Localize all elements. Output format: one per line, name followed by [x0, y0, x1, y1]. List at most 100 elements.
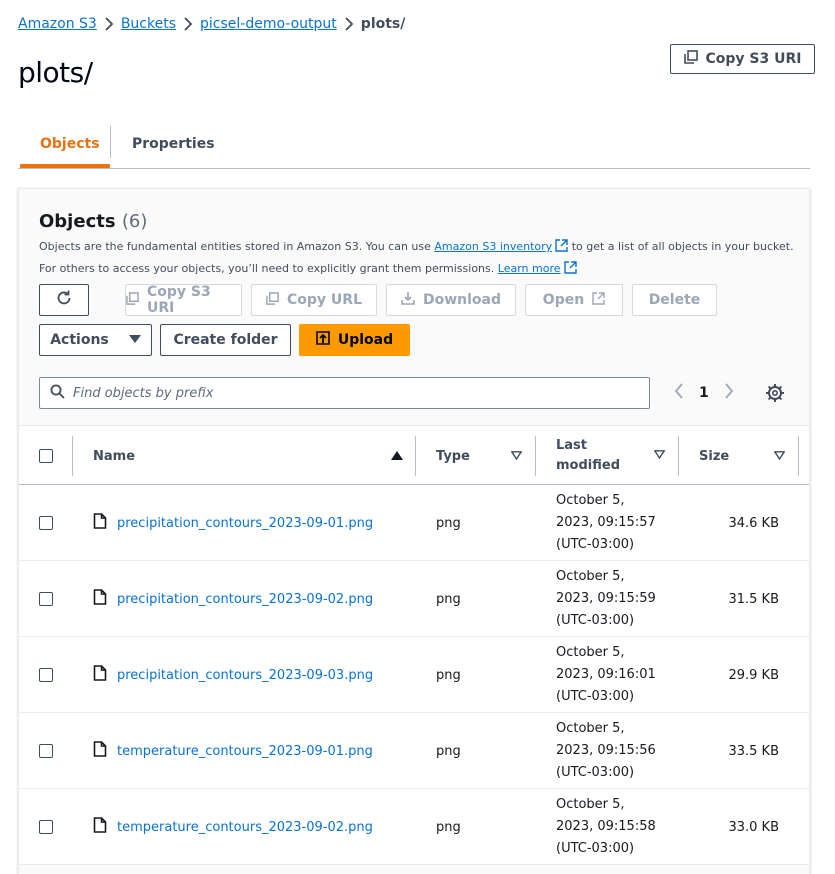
create-folder-button[interactable]: Create folder — [160, 324, 291, 356]
select-all-checkbox[interactable] — [39, 449, 53, 463]
sort-icon[interactable] — [773, 449, 786, 464]
column-size[interactable]: Size — [699, 426, 786, 486]
column-type[interactable]: Type — [436, 426, 523, 486]
column-divider[interactable] — [678, 436, 679, 476]
copy-url-button[interactable]: Copy URL — [251, 284, 377, 316]
actions-dropdown[interactable]: Actions — [39, 324, 152, 356]
page-number[interactable]: 1 — [699, 385, 709, 401]
type-cell: png — [436, 515, 461, 531]
row-select-cell — [39, 789, 53, 865]
file-name-link[interactable]: precipitation_contours_2023-09-02.png — [117, 592, 373, 607]
row-select-cell — [39, 561, 53, 637]
active-tab-indicator — [20, 164, 110, 168]
tab-objects[interactable]: Objects — [40, 120, 100, 168]
page-title: plots/ — [18, 56, 93, 89]
gear-icon[interactable] — [765, 383, 785, 403]
objects-count: (6) — [121, 211, 148, 232]
type-cell: png — [436, 819, 461, 835]
row-select-cell — [39, 485, 53, 561]
column-divider[interactable] — [535, 436, 536, 476]
objects-title-text: Objects — [39, 211, 116, 232]
column-divider[interactable] — [798, 436, 799, 476]
open-button[interactable]: Open — [525, 284, 623, 316]
size-cell: 33.5 KB — [728, 743, 779, 759]
caret-down-icon — [128, 332, 141, 348]
type-cell: png — [436, 743, 461, 759]
copy-url-label: Copy URL — [287, 292, 362, 308]
row-checkbox[interactable] — [39, 820, 53, 834]
refresh-button[interactable] — [39, 284, 89, 316]
row-checkbox[interactable] — [39, 592, 53, 606]
table-row[interactable]: temperature_contours_2023-09-01.png png … — [19, 713, 809, 789]
breadcrumb-amazon-s3[interactable]: Amazon S3 — [18, 16, 97, 32]
column-size-label: Size — [699, 448, 730, 464]
last-modified-cell: October 5, 2023, 09:15:57 (UTC-03:00) — [556, 485, 656, 561]
row-checkbox[interactable] — [39, 744, 53, 758]
table-row[interactable]: precipitation_contours_2023-09-02.png pn… — [19, 561, 809, 637]
file-icon — [93, 513, 107, 533]
size-cell: 33.0 KB — [728, 819, 779, 835]
name-cell: precipitation_contours_2023-09-02.png — [93, 561, 373, 637]
file-name-link[interactable]: precipitation_contours_2023-09-01.png — [117, 516, 373, 531]
row-checkbox[interactable] — [39, 516, 53, 530]
column-name[interactable]: Name — [93, 426, 403, 486]
delete-button[interactable]: Delete — [632, 284, 717, 316]
modified-line: October 5, — [556, 797, 625, 812]
download-button[interactable]: Download — [386, 284, 516, 316]
upload-icon — [316, 331, 330, 349]
file-icon — [93, 741, 107, 761]
table-row[interactable]: precipitation_contours_2023-09-01.png pn… — [19, 485, 809, 561]
objects-description: Objects are the fundamental entities sto… — [39, 237, 799, 281]
file-name-link[interactable]: precipitation_contours_2023-09-03.png — [117, 668, 373, 683]
modified-line: (UTC-03:00) — [556, 841, 635, 856]
column-name-label: Name — [93, 448, 136, 464]
sort-icon[interactable] — [653, 446, 666, 466]
learn-more-link[interactable]: Learn more — [498, 262, 561, 275]
description-text: Objects are the fundamental entities sto… — [39, 240, 435, 253]
size-cell: 29.9 KB — [728, 667, 779, 683]
download-icon — [401, 291, 415, 309]
breadcrumb-bucket[interactable]: picsel-demo-output — [200, 16, 337, 32]
search-icon — [50, 384, 65, 403]
row-select-cell — [39, 713, 53, 789]
breadcrumb-buckets[interactable]: Buckets — [121, 16, 176, 32]
size-cell: 34.6 KB — [728, 515, 779, 531]
sort-ascending-icon[interactable] — [391, 449, 403, 464]
last-modified-cell: October 5, 2023, 09:15:58 (UTC-03:00) — [556, 789, 656, 865]
column-divider — [72, 436, 73, 476]
modified-line: October 5, — [556, 493, 625, 508]
row-select-cell — [39, 637, 53, 713]
next-page-icon[interactable] — [719, 383, 739, 403]
column-last-modified[interactable]: Last modified — [556, 426, 666, 486]
upload-label: Upload — [337, 332, 394, 348]
previous-page-icon[interactable] — [669, 383, 689, 403]
breadcrumb-current: plots/ — [360, 16, 406, 32]
file-name-link[interactable]: temperature_contours_2023-09-02.png — [117, 820, 373, 835]
table-row[interactable]: precipitation_contours_2023-09-03.png pn… — [19, 637, 809, 713]
row-checkbox[interactable] — [39, 668, 53, 682]
table-row[interactable]: temperature_contours_2023-09-02.png png … — [19, 789, 809, 865]
objects-table: Name Type Last modified Size precipitati… — [19, 425, 809, 865]
copy-s3-uri-header-button[interactable]: Copy S3 URI — [670, 44, 815, 74]
column-divider[interactable] — [415, 436, 416, 476]
modified-line: 2023, 09:15:56 — [556, 743, 656, 758]
chevron-right-icon — [176, 16, 200, 32]
copy-s3-uri-button[interactable]: Copy S3 URI — [125, 284, 242, 316]
sort-icon[interactable] — [510, 449, 523, 464]
search-box[interactable] — [39, 377, 650, 409]
tab-properties[interactable]: Properties — [132, 120, 215, 168]
upload-button[interactable]: Upload — [299, 324, 410, 356]
external-link-icon — [555, 239, 568, 259]
copy-s3-uri-label: Copy S3 URI — [705, 51, 802, 67]
name-cell: temperature_contours_2023-09-02.png — [93, 789, 373, 865]
file-name-link[interactable]: temperature_contours_2023-09-01.png — [117, 744, 373, 759]
download-label: Download — [422, 292, 502, 308]
search-input[interactable] — [73, 385, 633, 401]
s3-inventory-link[interactable]: Amazon S3 inventory — [434, 240, 552, 253]
modified-line: 2023, 09:15:57 — [556, 515, 656, 530]
copy-s3-uri-label: Copy S3 URI — [147, 284, 211, 316]
external-link-icon — [592, 291, 605, 309]
objects-panel: Objects (6) Objects are the fundamental … — [18, 188, 810, 874]
objects-panel-title: Objects (6) — [39, 211, 147, 232]
tabs: Objects Properties — [18, 120, 810, 169]
